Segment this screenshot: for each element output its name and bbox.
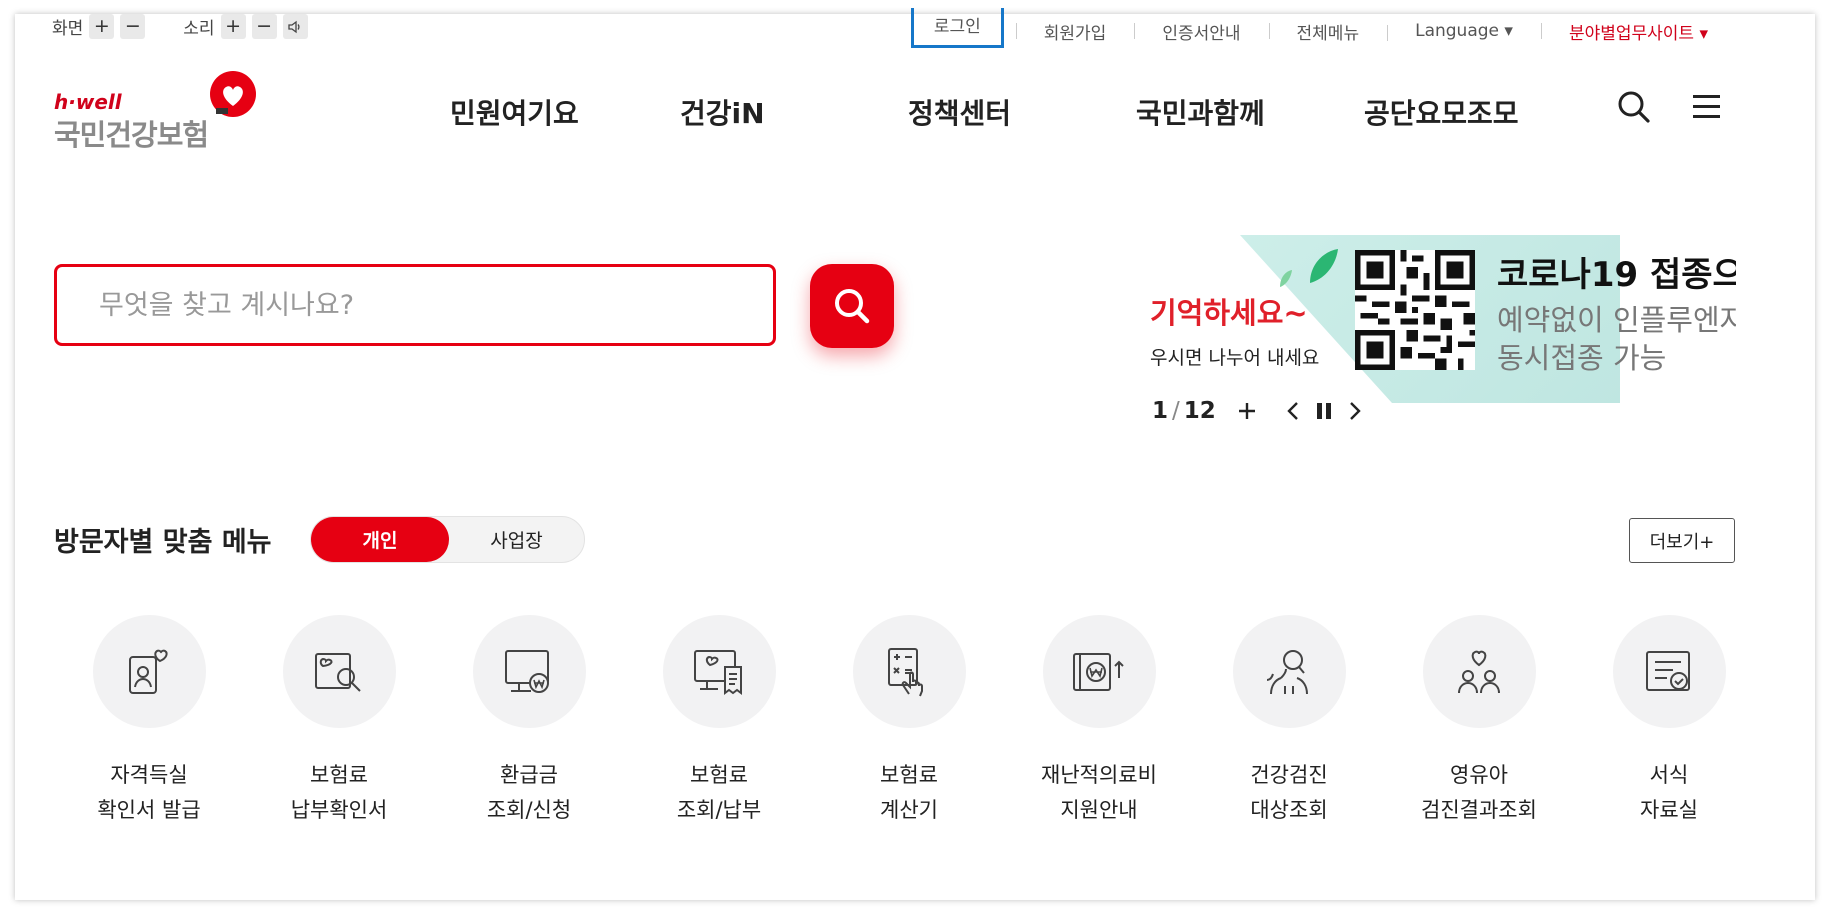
tab-business[interactable]: 사업장 (449, 517, 584, 562)
quick-menu-label: 보험료 납부확인서 (290, 763, 388, 822)
logo-name: 국민건강보험 (54, 118, 209, 152)
speaker-icon[interactable] (282, 14, 308, 39)
more-button[interactable]: 더보기+ (1629, 518, 1735, 563)
screen-zoom-out-button[interactable]: − (120, 14, 146, 39)
chevron-left-icon[interactable] (1286, 401, 1300, 421)
form-check-icon (1646, 650, 1690, 691)
banner-headline: 코로나19 접종으로 (1497, 255, 1736, 295)
leaf-icon (1280, 249, 1338, 287)
hamburger-menu-icon[interactable] (1692, 90, 1722, 124)
quick-menu-item-payment-cert[interactable]: 보험료 납부확인서 (244, 615, 434, 828)
banner-controls: 1 / 12 (1152, 398, 1362, 424)
banner-slogan: 기억하세요~ (1150, 296, 1308, 330)
nav-item-civil[interactable]: 민원여기요 (450, 92, 680, 132)
quick-menu-label: 영유아 검진결과조회 (1421, 763, 1537, 822)
quick-menu-item-qualification[interactable]: 자격득실 확인서 발급 (54, 615, 244, 828)
plus-icon[interactable] (1238, 402, 1256, 420)
top-links: 로그인 회원가입 인증서안내 전체메뉴 Language ▾ 분야별업무사이트 … (910, 8, 1736, 48)
screen-label: 화면 (52, 19, 84, 39)
quick-menu-item-calculator[interactable]: 보험료 계산기 (814, 615, 1004, 828)
chevron-right-icon[interactable] (1348, 401, 1362, 421)
site-logo[interactable]: h·well 국민건강보험 (52, 70, 262, 152)
quick-menu-item-premium-pay[interactable]: 보험료 조회/납부 (624, 615, 814, 828)
search-box (54, 264, 776, 346)
promo-banner[interactable]: 기억하세요~ 우시면 나누어 내세요 코로나19 접종으로 예약없이 인플루엔자… (1150, 235, 1736, 403)
quick-menu-label: 환급금 조회/신청 (486, 763, 572, 822)
banner-sub: 우시면 나누어 내세요 (1150, 347, 1320, 369)
pause-icon[interactable] (1316, 402, 1332, 420)
sound-up-button[interactable]: + (220, 14, 246, 39)
person-search-icon (1266, 649, 1308, 694)
won-support-icon (1073, 652, 1124, 691)
visitor-menu-title: 방문자별 맞춤 메뉴 (54, 527, 272, 558)
field-sites-dropdown[interactable]: 분야별업무사이트 ▾ (1540, 19, 1736, 44)
quick-menu-label: 재난적의료비 지원안내 (1041, 763, 1157, 822)
quick-menu-item-refund[interactable]: 환급금 조회/신청 (434, 615, 624, 828)
document-search-icon (315, 652, 361, 692)
tab-personal[interactable]: 개인 (311, 517, 449, 562)
banner-page-total: 12 (1183, 398, 1216, 424)
monitor-receipt-icon (694, 649, 742, 695)
nav-item-together[interactable]: 국민과함께 (1136, 92, 1364, 132)
quick-menu-item-medical-support[interactable]: 재난적의료비 지원안내 (1004, 615, 1194, 828)
all-menu-link[interactable]: 전체메뉴 (1268, 19, 1388, 44)
search-icon[interactable] (1617, 90, 1651, 124)
banner-desc-2: 동시접종 가능 (1497, 341, 1667, 375)
nav-item-policy[interactable]: 정책센터 (908, 92, 1136, 132)
quick-menu-label: 보험료 조회/납부 (676, 763, 762, 822)
logo-tagline: h·well (54, 90, 122, 114)
search-icon (835, 289, 870, 324)
quick-menu-label: 건강검진 대상조회 (1250, 763, 1328, 822)
calculator-hand-icon (888, 647, 923, 696)
sound-down-button[interactable]: − (251, 14, 277, 39)
qr-code-icon (1355, 250, 1475, 370)
language-dropdown[interactable]: Language ▾ (1387, 21, 1541, 41)
screen-zoom-in-button[interactable]: + (89, 14, 115, 39)
login-link[interactable]: 로그인 (910, 8, 1004, 48)
nav-item-health-in[interactable]: 건강iN (680, 92, 908, 132)
main-nav: 민원여기요 건강iN 정책센터 국민과함께 공단요모조모 (450, 92, 1564, 132)
quick-menu-list: 자격득실 확인서 발급 보험료 납부확인서 환급금 조회/신청 보험료 조회/납… (54, 615, 1764, 828)
sound-label: 소리 (183, 19, 215, 39)
family-heart-icon (1458, 650, 1500, 693)
quick-menu-label: 자격득실 확인서 발급 (97, 763, 201, 822)
quick-menu-item-checkup-target[interactable]: 건강검진 대상조회 (1194, 615, 1384, 828)
quick-menu-label: 보험료 계산기 (880, 763, 938, 822)
banner-page-current: 1 (1152, 398, 1169, 424)
certificate-link[interactable]: 인증서안내 (1134, 19, 1268, 44)
banner-desc-1: 예약없이 인플루엔자 (1497, 303, 1736, 337)
nav-item-corporation[interactable]: 공단요모조모 (1364, 92, 1564, 132)
quick-menu-item-infant-checkup[interactable]: 영유아 검진결과조회 (1384, 615, 1574, 828)
monitor-won-icon (505, 649, 549, 693)
heart-logo-icon (210, 71, 256, 117)
quick-menu-item-forms[interactable]: 서식 자료실 (1574, 615, 1764, 828)
signup-link[interactable]: 회원가입 (1015, 19, 1135, 44)
quick-menu-label: 서식 자료실 (1640, 763, 1698, 822)
person-card-icon (129, 649, 168, 694)
accessibility-controls: 화면 + − 소리 + − (52, 14, 314, 39)
search-button[interactable] (810, 264, 894, 348)
visitor-type-toggle: 개인 사업장 (310, 516, 585, 563)
search-input[interactable] (97, 288, 741, 322)
